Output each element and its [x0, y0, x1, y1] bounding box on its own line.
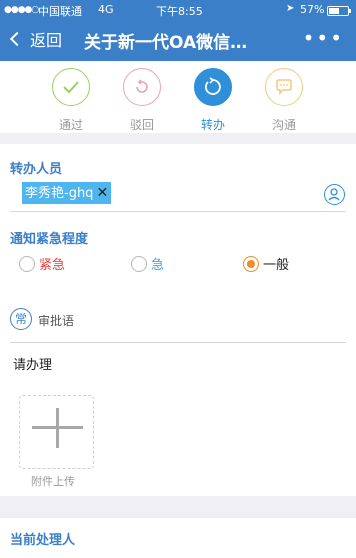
urgency-label: 急	[151, 258, 165, 273]
chat-icon	[265, 68, 303, 106]
divider	[10, 211, 346, 212]
app-header: ●●●●○ 中国联通 4G 下午8:55 ➤ 57% 返回 关于新一代OA微信……	[0, 0, 356, 61]
transfer-label: 转办	[200, 118, 225, 132]
urgency-label: 一般	[263, 258, 290, 273]
approve-action[interactable]: 通过	[41, 68, 101, 133]
urgency-option-normal[interactable]: 一般	[243, 254, 289, 273]
assignee-chip[interactable]: 李秀艳-ghq ✕	[22, 182, 112, 204]
comment-text[interactable]: 请办理	[13, 354, 52, 373]
urgency-label: 紧急	[39, 258, 66, 273]
reject-label: 驳回	[129, 118, 154, 132]
nav-bar: 返回 关于新一代OA微信… •••	[0, 22, 356, 60]
back-label: 返回	[30, 31, 63, 50]
remove-assignee-icon[interactable]: ✕	[96, 185, 108, 201]
communicate-label: 沟通	[271, 118, 296, 132]
urgency-title: 通知紧急程度	[10, 232, 89, 247]
battery-percent: 57%	[300, 3, 325, 16]
person-icon	[328, 188, 340, 201]
select-person-button[interactable]	[324, 184, 345, 205]
battery-icon	[327, 6, 351, 16]
transfer-section: 转办人员 李秀艳-ghq ✕ 通知紧急程度 紧急 急 一般	[0, 144, 356, 309]
signal-strength-icon: ●●●●○	[4, 5, 39, 15]
urgency-option-urgent[interactable]: 紧急	[19, 254, 65, 273]
network-type: 4G	[98, 3, 114, 16]
reject-action[interactable]: 驳回	[112, 68, 172, 133]
reject-icon	[123, 68, 161, 106]
urgency-option-hurry[interactable]: 急	[131, 254, 164, 273]
assignee-name: 李秀艳-ghq	[25, 186, 94, 201]
check-icon	[52, 68, 90, 106]
handler-section: 当前处理人	[0, 518, 356, 558]
communicate-action[interactable]: 沟通	[254, 68, 314, 133]
handler-title: 当前处理人	[10, 533, 76, 548]
divider	[10, 342, 346, 343]
plus-icon-bar	[32, 426, 83, 429]
radio-icon	[131, 255, 147, 272]
carrier-label: 中国联通	[38, 5, 82, 18]
radio-icon	[19, 255, 35, 272]
status-bar: ●●●●○ 中国联通 4G 下午8:55 ➤ 57%	[0, 0, 356, 20]
transfer-title: 转办人员	[10, 162, 63, 177]
page-title: 关于新一代OA微信…	[84, 33, 248, 53]
battery-fill	[329, 8, 339, 14]
transfer-action[interactable]: 转办	[183, 68, 243, 133]
action-bar: 通过 驳回 转办 沟通	[0, 61, 356, 133]
common-phrases-button[interactable]: 常	[10, 308, 32, 330]
approve-label: 通过	[58, 118, 83, 132]
radio-selected-icon	[243, 255, 259, 272]
attachment-upload-button[interactable]	[19, 395, 94, 469]
more-options-button[interactable]: •••	[303, 26, 344, 50]
back-button[interactable]: 返回	[8, 27, 62, 51]
approval-phrase-label[interactable]: 审批语	[38, 312, 74, 329]
upload-label: 附件上传	[31, 475, 75, 488]
transfer-icon	[194, 68, 232, 106]
chevron-left-icon	[9, 31, 25, 47]
approval-section: 常 审批语 请办理 附件上传	[0, 298, 356, 496]
clock: 下午8:55	[156, 5, 203, 18]
location-arrow-icon: ➤	[286, 3, 295, 14]
